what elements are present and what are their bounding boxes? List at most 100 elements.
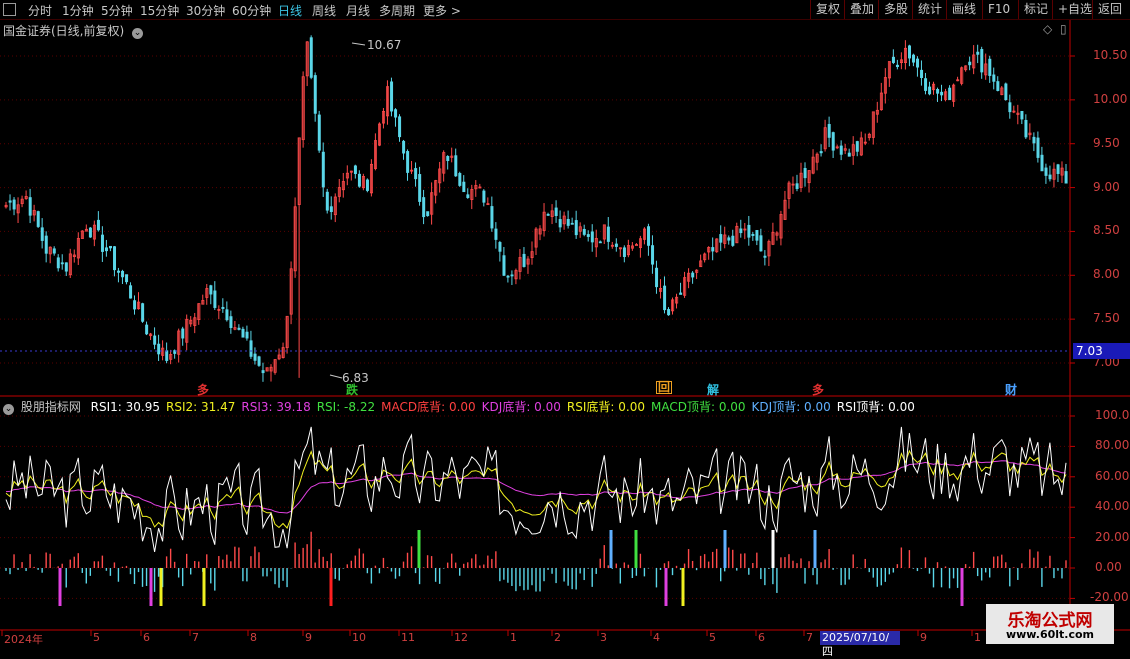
time-label: 12 xyxy=(454,631,468,644)
indicator-tick-label: 20.00 xyxy=(1095,529,1130,544)
candle-body xyxy=(751,233,755,236)
signal-marker: 财 xyxy=(1005,383,1018,397)
candle-body xyxy=(747,224,751,238)
candle-body xyxy=(924,78,928,91)
candle-body xyxy=(153,335,157,345)
candle-body xyxy=(482,190,486,203)
candle-body xyxy=(827,124,831,138)
candle-body xyxy=(1008,102,1012,113)
candle-body xyxy=(570,222,574,225)
indicator-field: MACD顶背: 0.00 xyxy=(650,400,746,414)
signal-marker: 多 xyxy=(197,383,210,397)
candle-body xyxy=(398,116,402,138)
candle-body xyxy=(667,309,671,316)
candle-body xyxy=(181,328,185,339)
candle-body xyxy=(309,37,313,78)
candle-body xyxy=(711,247,715,252)
price-tick-label: 10.50 xyxy=(1093,48,1128,62)
time-label: 3 xyxy=(600,631,607,644)
candle-body xyxy=(719,234,723,243)
candle-body xyxy=(502,255,506,276)
price-tick-label: 9.00 xyxy=(1093,179,1120,194)
high-pointer xyxy=(351,42,366,46)
candle-body xyxy=(96,219,100,231)
candle-body xyxy=(494,228,498,240)
candle-body xyxy=(1004,83,1008,101)
candle-body xyxy=(313,75,317,114)
candle-body xyxy=(598,241,602,244)
stock-title: 国金证券(日线,前复权) xyxy=(3,24,125,38)
candle-body xyxy=(241,328,245,338)
candle-body xyxy=(129,285,133,299)
signal-marker: 解 xyxy=(707,383,720,397)
candle-body xyxy=(803,168,807,179)
candle-body xyxy=(506,275,510,278)
candle-body xyxy=(895,64,899,67)
candle-body xyxy=(145,324,149,335)
candle-body xyxy=(1036,137,1040,158)
candle-body xyxy=(928,86,932,95)
candle-body xyxy=(117,270,121,273)
candle-body xyxy=(996,81,1000,91)
candle-body xyxy=(462,181,466,193)
price-tick-label: 10.00 xyxy=(1093,91,1128,106)
candle-body xyxy=(731,235,735,246)
candle-body xyxy=(855,141,859,152)
time-label: 11 xyxy=(401,631,415,644)
candle-body xyxy=(647,226,651,246)
indicator-field: RSI3: 39.18 xyxy=(241,400,311,414)
chevron-down-icon[interactable]: ⌄ xyxy=(3,404,14,415)
candle-body xyxy=(353,165,357,175)
candle-body xyxy=(28,197,32,216)
indicator-field: RSI1: 30.95 xyxy=(90,400,161,414)
candle-body xyxy=(582,228,586,235)
candle-body xyxy=(819,151,823,154)
time-label: 1 xyxy=(510,631,517,644)
watermark-url: www.60lt.com xyxy=(1005,628,1095,641)
candle-body xyxy=(634,244,638,246)
diamond-icon[interactable]: ◇ xyxy=(1043,22,1052,36)
indicator-tick-label: 100.0 xyxy=(1095,408,1130,422)
candle-body xyxy=(100,234,104,252)
candle-body xyxy=(390,81,394,112)
candle-body xyxy=(261,370,265,374)
candle-body xyxy=(679,292,683,295)
price-tick-label: 9.50 xyxy=(1093,135,1120,150)
candle-body xyxy=(12,199,16,210)
candle-body xyxy=(1020,110,1024,120)
candle-body xyxy=(52,248,56,254)
candle-body xyxy=(213,290,217,308)
candle-body xyxy=(329,206,333,213)
candle-body xyxy=(165,350,169,361)
candle-body xyxy=(1040,154,1044,172)
time-label: 8 xyxy=(250,631,257,644)
candle-body xyxy=(321,151,325,188)
chart-canvas[interactable] xyxy=(0,0,1130,650)
candle-body xyxy=(325,191,329,211)
signal-marker: 多 xyxy=(812,383,825,397)
candle-body xyxy=(912,54,916,63)
candle-body xyxy=(44,235,48,254)
candle-body xyxy=(141,303,145,322)
indicator-field: RSI: -8.22 xyxy=(316,400,376,414)
candle-body xyxy=(490,206,494,229)
candle-body xyxy=(795,183,799,189)
chevron-down-icon[interactable]: ⌄ xyxy=(132,28,144,39)
panel-toggle-icon[interactable]: ▯ xyxy=(1060,22,1067,36)
candle-body xyxy=(916,58,920,68)
watermark: 乐淘公式网 www.60lt.com xyxy=(986,604,1114,644)
rsi1-line xyxy=(5,426,1067,552)
candle-body xyxy=(56,257,60,269)
candle-body xyxy=(245,331,249,339)
candle-body xyxy=(891,56,895,63)
candle-body xyxy=(510,274,514,277)
candle-body xyxy=(121,270,125,278)
candle-body xyxy=(458,173,462,186)
indicator-tick-label: 80.00 xyxy=(1095,438,1130,453)
candle-body xyxy=(727,237,731,241)
current-price-badge: 7.03 xyxy=(1073,343,1130,359)
candle-body xyxy=(406,151,410,173)
time-label: 9 xyxy=(920,631,927,644)
candle-body xyxy=(498,242,502,252)
price-tick-label: 8.00 xyxy=(1093,267,1120,282)
